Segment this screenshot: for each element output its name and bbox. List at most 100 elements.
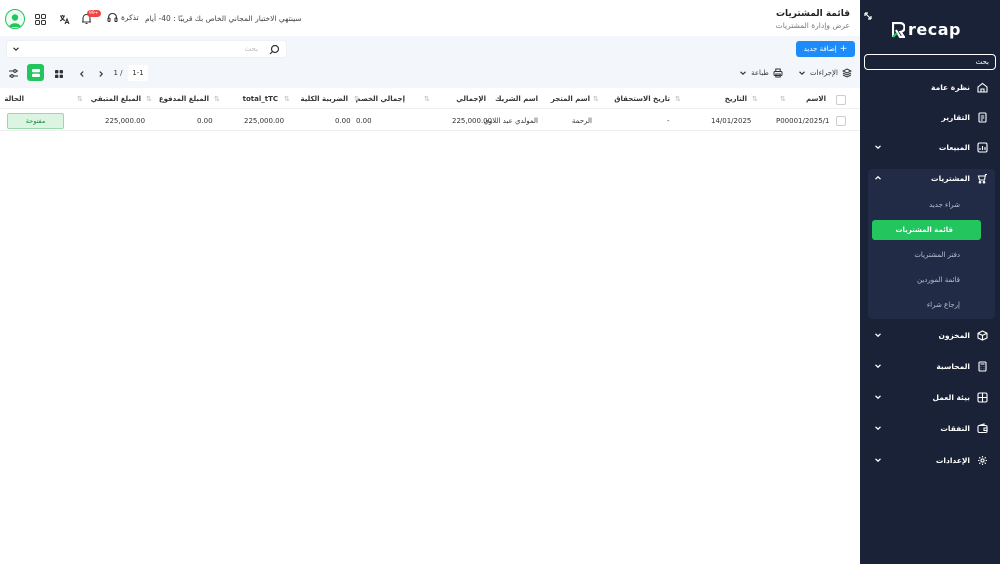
sidebar-item-label: بيئة العمل [932,393,970,402]
layers-icon [841,68,852,78]
print-label: طباعة [751,69,769,77]
sidebar-sub-label: شراء جديد [929,201,960,209]
status-badge: مفتوحة [7,113,64,129]
chevron-down-icon [875,145,881,150]
wallet-icon [977,423,988,434]
select-all-checkbox[interactable] [836,95,846,105]
sidebar-sub-new-purchase[interactable]: شراء جديد [860,196,1000,214]
sidebar: recap بحث نظرة عامة التقارير المبيعات ال… [860,0,1000,564]
sidebar-item-accounting[interactable]: المحاسبة [860,358,1000,376]
col-tax[interactable]: الضريبة الكلية [300,95,348,103]
sort-icon[interactable]: ⇅ [214,95,220,103]
sidebar-item-label: المشتريات [931,174,970,183]
sidebar-item-purchases[interactable]: المشتريات [860,170,1000,188]
sort-icon[interactable]: ⇅ [593,95,599,103]
cell-remaining: 225,000.00 [105,117,146,125]
col-remaining[interactable]: المبلغ المتبقي [91,95,141,103]
trial-notice: سينتهي الاختبار المجاني الخاص بك قريبًا … [145,14,302,23]
sidebar-item-label: التقارير [941,113,970,122]
apps-grid-icon[interactable] [33,12,47,26]
sidebar-item-reports[interactable]: التقارير [860,109,1000,127]
col-paid[interactable]: المبلغ المدفوع [159,95,209,103]
app-root: 99+ تذكرة سينتهي الاختبار المجاني الخاص … [0,0,1000,564]
headset-icon [107,12,118,23]
gear-icon [978,456,987,465]
chevron-down-icon [875,333,881,338]
calculator-icon [978,361,987,372]
actions-button[interactable]: الإجراءات [797,65,853,81]
sales-icon [977,142,988,153]
col-due-date[interactable]: تاريخ الاستحقاق [614,95,670,103]
cell-tax: 0.00 [335,117,351,125]
col-discount[interactable]: إجمالي الخصم [356,95,405,103]
filter-sliders-icon[interactable] [5,65,22,82]
sort-icon[interactable]: ⇅ [752,95,758,103]
col-status[interactable]: الحالة [4,95,24,103]
col-store[interactable]: اسم المتجر [551,95,590,103]
add-new-label: إضافة جديد [803,45,837,53]
list-view-icon[interactable] [27,64,44,81]
chevron-down-icon [799,71,805,76]
main-content: 99+ تذكرة سينتهي الاختبار المجاني الخاص … [0,0,860,564]
ticket-label: تذكرة [121,13,139,22]
sidebar-item-sales[interactable]: المبيعات [860,139,1000,157]
grid-view-icon[interactable] [50,65,67,82]
prev-page-icon[interactable] [73,65,90,82]
sidebar-item-workspace[interactable]: بيئة العمل [860,389,1000,407]
notification-badge: 99+ [87,10,101,17]
sidebar-sub-purchase-list[interactable]: قائمة المشتريات [872,220,981,240]
sidebar-sub-label: دفتر المشتريات [914,251,960,259]
avatar[interactable] [5,9,25,29]
workspace-icon [977,392,988,403]
home-icon [977,82,988,93]
sidebar-item-settings[interactable]: الإعدادات [860,452,1000,470]
cell-name[interactable]: P00001/2025/1 [776,117,829,125]
logo-mark-icon [892,21,905,38]
logo: recap [892,20,961,39]
sidebar-item-label: الإعدادات [935,456,970,465]
chevron-up-icon [875,175,881,180]
translate-icon[interactable] [57,12,71,26]
col-name[interactable]: الاسم [806,95,826,103]
sidebar-item-label: المبيعات [938,143,970,152]
sidebar-collapse-icon[interactable] [864,5,872,24]
sidebar-sub-purchase-journal[interactable]: دفتر المشتريات [860,246,1000,264]
sort-icon[interactable]: ⇅ [780,95,786,103]
ticket-button[interactable]: تذكرة [107,12,139,23]
sort-icon[interactable]: ⇅ [675,95,681,103]
table-row[interactable]: P00001/2025/1 14/01/2025 - الرحمة المولد… [0,111,860,131]
printer-icon [773,68,783,78]
sidebar-search-input[interactable]: بحث [864,54,996,70]
sidebar-item-overview[interactable]: نظرة عامة [860,79,1000,97]
add-new-button[interactable]: + إضافة جديد [796,41,855,57]
logo-text: recap [908,20,961,39]
col-partner[interactable]: اسم الشريك [495,95,538,103]
col-total-ttc[interactable]: total_tTC [243,95,278,103]
col-total[interactable]: الإجمالي [456,95,486,103]
sidebar-sub-suppliers[interactable]: قائمة الموردين [860,271,1000,289]
row-checkbox[interactable] [836,116,846,126]
sidebar-item-inventory[interactable]: المخزون [860,327,1000,345]
cell-store: الرحمة [571,117,592,125]
search-dropdown-chevron-icon[interactable] [9,42,23,56]
sort-icon[interactable]: ⇅ [354,95,360,103]
sidebar-sub-purchase-return[interactable]: إرجاع شراء [860,296,1000,314]
chevron-down-icon [875,426,881,431]
col-date[interactable]: التاريخ [725,95,747,103]
page-subtitle: عرض وإدارة المشتريات [775,21,850,30]
search-input[interactable]: بحث [6,40,287,58]
print-button[interactable]: طباعة [737,65,785,81]
sidebar-sub-label: إرجاع شراء [926,301,960,309]
sort-icon[interactable]: ⇅ [424,95,430,103]
table-header: الاسم ⇅ التاريخ ⇅ تاريخ الاستحقاق ⇅ اسم … [0,92,860,109]
sort-icon[interactable]: ⇅ [284,95,290,103]
sidebar-search-placeholder: بحث [975,58,989,66]
sort-icon[interactable]: ⇅ [146,95,152,103]
sort-icon[interactable]: ⇅ [77,95,83,103]
sidebar-item-expenses[interactable]: النفقات [860,420,1000,438]
sidebar-item-label: نظرة عامة [931,83,970,92]
cell-total: 225,000.00 [452,117,493,125]
pagination-range[interactable]: 1-1 [128,65,148,81]
next-page-icon[interactable] [92,65,109,82]
sidebar-item-label: النفقات [940,424,970,433]
